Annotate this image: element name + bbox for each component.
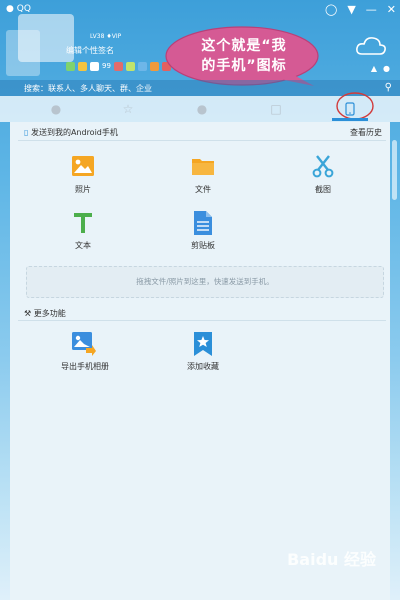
export-album-icon[interactable]	[72, 332, 96, 356]
photo-icon[interactable]	[72, 156, 94, 176]
star-outline-icon: ☆	[122, 102, 134, 116]
top-right-icons: ▲ ●	[371, 64, 390, 73]
clipboard-icon[interactable]	[194, 211, 212, 235]
tools-icon: ⚒	[24, 309, 32, 318]
tile-file[interactable]: 文件	[173, 184, 233, 195]
more-section-header: ⚒ 更多功能	[24, 308, 66, 319]
tab-contacts[interactable]: ●	[46, 99, 66, 119]
music-icon[interactable]	[113, 62, 123, 71]
phone-small-icon: ▯	[24, 128, 29, 137]
watermark: Baidu 经验	[287, 550, 376, 569]
user-icon[interactable]: ●	[383, 64, 390, 73]
bag-icon[interactable]	[149, 62, 159, 71]
view-history-link[interactable]: 查看历史	[350, 127, 382, 138]
scrollbar[interactable]	[392, 140, 397, 200]
chat-bubble-icon: □	[270, 102, 282, 116]
more-section-title: 更多功能	[33, 309, 66, 318]
tile-photo[interactable]: 照片	[53, 184, 113, 195]
tile-text[interactable]: 文本	[53, 240, 113, 251]
tab-groups[interactable]: ●	[192, 99, 212, 119]
penguin-icon: ●	[6, 4, 14, 14]
search-icon[interactable]: ⚲	[385, 82, 392, 93]
settings-icon[interactable]: ▼	[347, 3, 355, 16]
minimize-button[interactable]: —	[366, 3, 377, 16]
shirt-icon[interactable]: ▲	[371, 64, 377, 73]
shop-icon[interactable]	[125, 62, 135, 71]
app-name: QQ	[16, 4, 31, 14]
vip-badge: LV38 ♦VIP	[90, 33, 122, 40]
search-input[interactable]: 搜索：联系人、多人聊天、群、企业	[24, 83, 152, 94]
tile-add-favorite[interactable]: 添加收藏	[173, 361, 233, 372]
divider	[18, 140, 386, 141]
tab-chat[interactable]: □	[266, 99, 286, 119]
text-icon[interactable]	[73, 212, 93, 234]
signature-field[interactable]: 编辑个性签名	[66, 45, 114, 56]
window-controls: ◯ ▼ — ✕	[325, 3, 396, 16]
active-tab-indicator	[332, 118, 368, 121]
mail-icon[interactable]	[90, 62, 99, 71]
callout-line-1: 这个就是“我	[201, 38, 287, 54]
person-icon: ●	[50, 102, 62, 116]
cloud-icon[interactable]	[356, 36, 386, 56]
callout-text: 这个就是“我 的手机”图标	[174, 36, 314, 76]
game-icon[interactable]	[78, 62, 87, 71]
close-button[interactable]: ✕	[387, 3, 396, 16]
avatar-shadow	[6, 30, 40, 76]
folder-icon[interactable]	[192, 157, 214, 175]
tile-export-album[interactable]: 导出手机相册	[52, 361, 118, 372]
send-section-title: 发送到我的Android手机	[30, 128, 118, 137]
tile-screenshot[interactable]: 截图	[293, 184, 353, 195]
bookmark-icon[interactable]	[194, 332, 212, 356]
group-icon: ●	[196, 102, 208, 116]
divider	[18, 320, 386, 321]
tab-favorites[interactable]: ☆	[118, 99, 138, 119]
send-section-header: ▯ 发送到我的Android手机	[24, 127, 118, 138]
callout-line-2: 的手机”图标	[201, 58, 287, 74]
skin-icon[interactable]: ◯	[325, 3, 337, 16]
app-logo: ● QQ	[6, 4, 31, 14]
star-icon[interactable]	[66, 62, 75, 71]
scissors-icon[interactable]	[312, 154, 334, 178]
weather-icon[interactable]	[137, 62, 147, 71]
drop-zone-text: 拖拽文件/照片到这里，快速发送到手机。	[136, 277, 274, 286]
mail-count: 99	[102, 62, 111, 70]
tile-clipboard[interactable]: 剪贴板	[173, 240, 233, 251]
